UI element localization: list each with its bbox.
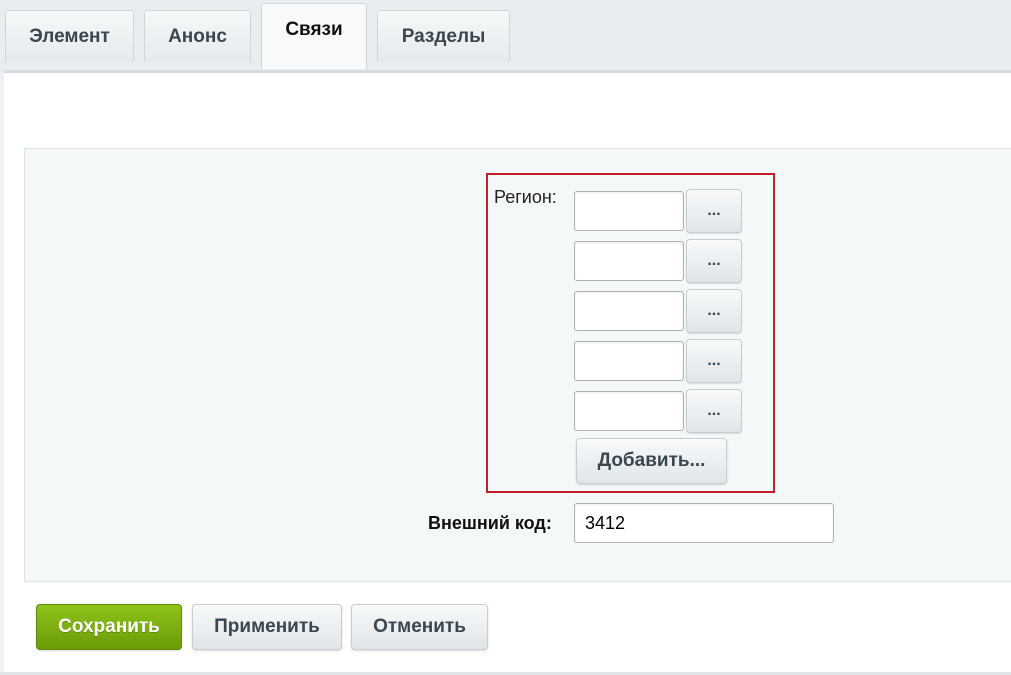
apply-button[interactable]: Применить <box>192 604 342 650</box>
region-browse-button-5[interactable]: ... <box>686 389 742 433</box>
region-input-4[interactable] <box>574 341 684 381</box>
save-button[interactable]: Сохранить <box>36 604 182 650</box>
tab-label: Связи <box>285 18 343 40</box>
tab-sections[interactable]: Разделы <box>377 10 510 62</box>
tab-element[interactable]: Элемент <box>5 10 134 62</box>
tab-label: Разделы <box>401 25 486 47</box>
external-code-label: Внешний код: <box>428 513 552 533</box>
tab-label: Элемент <box>29 25 110 47</box>
region-input-5[interactable] <box>574 391 684 431</box>
region-input-1[interactable] <box>574 191 684 231</box>
region-browse-button-1[interactable]: ... <box>686 189 742 233</box>
add-region-button[interactable]: Добавить... <box>576 438 727 484</box>
tab-links[interactable]: Связи <box>261 3 367 69</box>
region-browse-button-4[interactable]: ... <box>686 339 742 383</box>
external-code-input[interactable] <box>574 503 834 543</box>
region-browse-button-2[interactable]: ... <box>686 239 742 283</box>
region-input-2[interactable] <box>574 241 684 281</box>
tab-announce[interactable]: Анонс <box>144 10 251 62</box>
cancel-button[interactable]: Отменить <box>351 604 488 650</box>
region-browse-button-3[interactable]: ... <box>686 289 742 333</box>
region-label: Регион: <box>494 187 557 207</box>
tab-bar: Элемент Анонс Связи Разделы <box>0 0 1011 72</box>
region-input-3[interactable] <box>574 291 684 331</box>
tab-label: Анонс <box>168 25 227 47</box>
